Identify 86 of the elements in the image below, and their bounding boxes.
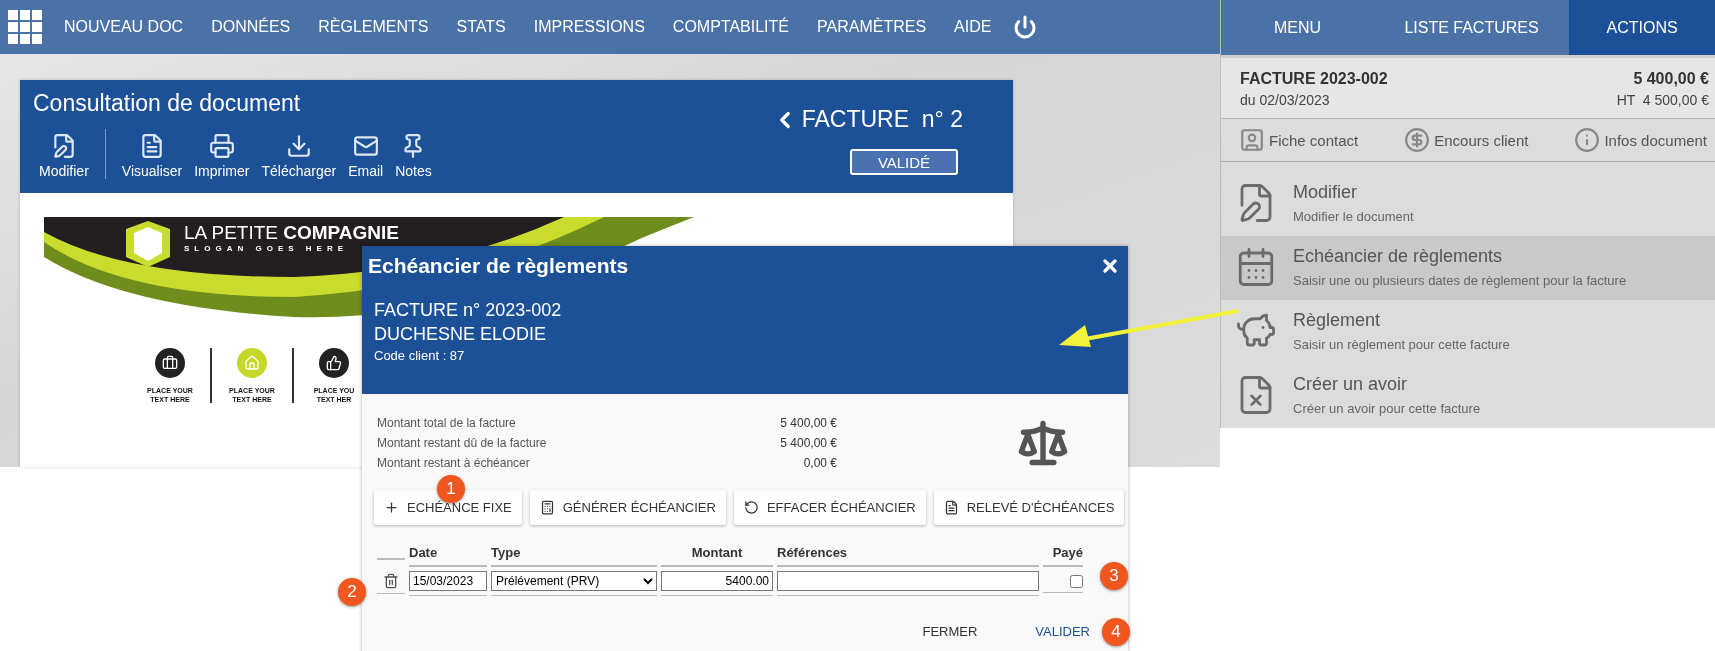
schedule-action-button[interactable]: RELEVÉ D'ÉCHÉANCES	[933, 490, 1125, 525]
action-description: Créer un avoir pour cette facture	[1293, 401, 1481, 416]
house-icon	[237, 348, 267, 378]
column-header: Montant	[661, 537, 773, 567]
action-item[interactable]: Règlement Saisir un règlement pour cette facture	[1221, 300, 1715, 364]
nav-link[interactable]: PARAMÈTRES	[803, 18, 941, 36]
document-number: FACTURE n° 2	[771, 106, 963, 133]
quick-link[interactable]: Infos document	[1574, 127, 1707, 153]
summary-label: Montant restant à échéancer	[377, 456, 531, 470]
toolbar-button[interactable]: Notes	[389, 133, 438, 179]
reference-input[interactable]	[777, 571, 1039, 591]
schedule-action-button[interactable]: GÉNÉRER ÉCHÉANCIER	[529, 490, 726, 525]
nav-link[interactable]: DONNÉES	[197, 18, 305, 36]
company-name: LA PETITE COMPAGNIE	[184, 222, 400, 244]
invoice-amount-ht: HT 4 500,00 €	[1616, 92, 1709, 108]
dialog-footer-button[interactable]: FERMER	[922, 624, 978, 639]
column-header: Références	[777, 537, 1039, 567]
status-button[interactable]: VALIDÉ	[850, 149, 958, 175]
info-icon	[1574, 127, 1601, 153]
action-item[interactable]: Modifier Modifier le document	[1221, 172, 1715, 236]
trash-icon[interactable]	[383, 573, 399, 589]
dialog-client-name: DUCHESNE ELODIE	[374, 324, 548, 345]
column-header: Date	[409, 537, 487, 567]
action-item[interactable]: Créer un avoir Créer un avoir pour cette facture	[1221, 364, 1715, 428]
action-description: Saisir un règlement pour cette facture	[1293, 337, 1510, 352]
document-title: Consultation de document	[33, 90, 302, 117]
nav-link[interactable]: IMPRESSIONS	[519, 18, 659, 36]
dialog-client-code: Code client : 87	[374, 348, 466, 363]
dialog-invoice-number: FACTURE n° 2023-002	[374, 300, 563, 321]
nav-link[interactable]: AIDE	[940, 18, 1006, 36]
action-description: Saisir une ou plusieurs dates de règlement pour la facture	[1293, 273, 1627, 288]
dialog-title: Echéancier de règlements	[368, 254, 629, 278]
close-icon	[1100, 256, 1120, 276]
date-input[interactable]: 15/03/2023	[409, 571, 487, 591]
panel-tab[interactable]: ACTIONS	[1569, 0, 1715, 55]
toolbar-button[interactable]: Modifier	[33, 133, 95, 179]
toolbar-button[interactable]: Visualiser	[115, 133, 189, 179]
column-header: Payé	[1043, 537, 1083, 567]
document-icon	[943, 500, 959, 515]
printer-icon	[208, 133, 235, 159]
quick-link[interactable]: Encours client	[1404, 127, 1529, 153]
action-title: Echéancier de règlements	[1293, 246, 1504, 267]
action-title: Règlement	[1293, 310, 1382, 331]
quick-link[interactable]: Fiche contact	[1239, 127, 1359, 153]
calculator-icon	[539, 500, 555, 515]
plus-icon	[384, 500, 399, 515]
pdf-file-icon	[139, 133, 165, 159]
power-icon[interactable]	[1013, 15, 1038, 39]
envelope-icon	[352, 133, 379, 159]
download-icon	[285, 133, 312, 159]
nav-link[interactable]: COMPTABILITÉ	[658, 18, 803, 36]
paid-checkbox[interactable]	[1070, 574, 1083, 588]
schedule-action-button[interactable]: EFFACER ÉCHÉANCIER	[733, 490, 926, 525]
panel-tab[interactable]: MENU	[1221, 0, 1374, 55]
action-title: Créer un avoir	[1293, 374, 1409, 395]
summary-label: Montant restant dû de la facture	[377, 436, 548, 450]
close-button[interactable]	[1100, 256, 1120, 276]
summary-value: 0,00 €	[802, 456, 837, 470]
invoice-total: 5 400,00 €	[1633, 70, 1709, 88]
amount-input[interactable]: 5400.00	[661, 571, 773, 591]
action-title: Modifier	[1293, 182, 1359, 203]
summary-label: Montant total de la facture	[377, 416, 517, 430]
panel-tab[interactable]: LISTE FACTURES	[1373, 0, 1570, 55]
app-grid-icon[interactable]	[8, 10, 42, 44]
invoice-number: FACTURE 2023-002	[1240, 70, 1388, 88]
step-number-marker: 2	[338, 578, 366, 606]
thumbs-up-icon	[319, 348, 349, 378]
dollar-coin-icon	[1404, 127, 1431, 153]
summary-value: 5 400,00 €	[779, 436, 837, 450]
type-select[interactable]: Prélévement (PRV)	[491, 571, 657, 591]
nav-link[interactable]: STATS	[442, 18, 520, 36]
toolbar-button[interactable]: Imprimer	[188, 133, 256, 179]
dialog-footer-button[interactable]: VALIDER	[1035, 624, 1090, 639]
action-item[interactable]: Echéancier de règlements Saisir une ou plusieurs dates de règlement pour la facture	[1221, 236, 1715, 300]
contact-card-icon	[1239, 127, 1265, 153]
invoice-date: du 02/03/2023	[1240, 92, 1330, 108]
nav-link[interactable]: RÈGLEMENTS	[304, 18, 443, 36]
summary-value: 5 400,00 €	[779, 416, 837, 430]
briefcase-icon	[155, 348, 185, 378]
toolbar-button[interactable]: Télécharger	[255, 133, 343, 179]
nav-link[interactable]: NOUVEAU DOC	[50, 18, 198, 36]
toolbar-button[interactable]: Email	[342, 133, 390, 179]
column-header: Type	[491, 537, 657, 567]
action-description: Modifier le document	[1293, 209, 1414, 224]
company-slogan: SLOGAN GOES HERE	[184, 244, 349, 253]
undo-icon	[743, 500, 759, 515]
